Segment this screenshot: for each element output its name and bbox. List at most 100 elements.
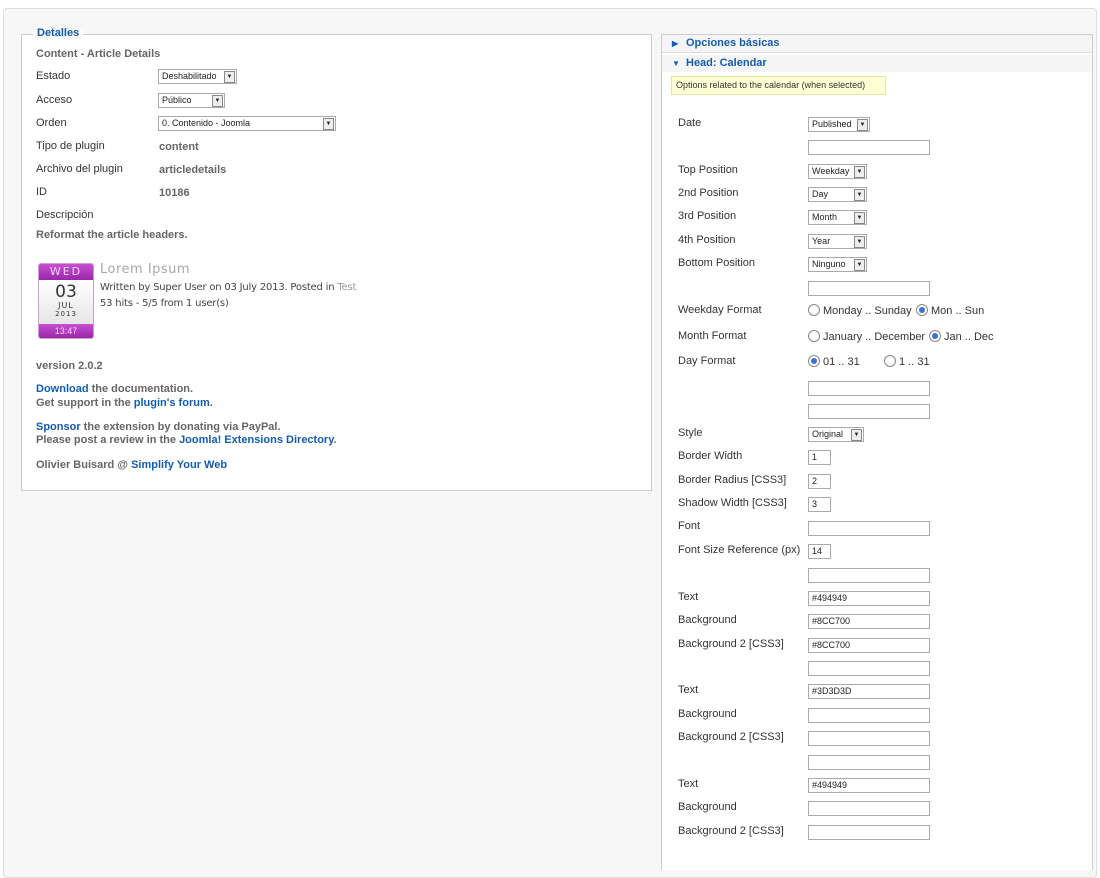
panel-head-calendar[interactable]: ▼ Head: Calendar: [662, 55, 1092, 72]
author-line: Olivier Buisard @ Simplify Your Web: [36, 459, 228, 471]
day-plain-radio[interactable]: 1 .. 31: [884, 355, 930, 368]
font-input[interactable]: [808, 521, 930, 536]
id-label: ID: [36, 186, 47, 198]
radio-checked-icon: [808, 355, 820, 367]
jed-link[interactable]: Joomla! Extensions Directory: [179, 434, 333, 446]
article-meta: Written by Super User on 03 July 2013. P…: [100, 282, 357, 293]
style-label: Style: [678, 427, 703, 439]
panel-basic-options[interactable]: ▶ Opciones básicas: [662, 35, 1092, 53]
month-long-radio[interactable]: January .. December: [808, 330, 925, 343]
background-1-input[interactable]: #8CC700: [808, 614, 930, 629]
category-link[interactable]: Test: [337, 282, 356, 293]
position-2-select[interactable]: Day ▼: [808, 187, 867, 202]
archivo-label: Archivo del plugin: [36, 163, 123, 175]
border-width-label: Border Width: [678, 450, 743, 462]
triangle-down-icon: ▼: [672, 59, 680, 68]
radio-icon: [884, 355, 896, 367]
radio-checked-icon: [929, 330, 941, 342]
top-position-select[interactable]: Weekday ▼: [808, 164, 867, 179]
background2-3-input[interactable]: [808, 825, 930, 840]
chevron-down-icon: ▼: [854, 212, 865, 224]
weekday-short-radio[interactable]: Mon .. Sun: [916, 304, 984, 317]
text-color-2-input[interactable]: #3D3D3D: [808, 684, 930, 699]
radio-icon: [808, 304, 820, 316]
chevron-down-icon: ▼: [857, 119, 868, 131]
bottom-position-select[interactable]: Ninguno ▼: [808, 257, 867, 272]
style-select[interactable]: Original ▼: [808, 427, 864, 442]
article-title: Lorem Ipsum: [100, 262, 191, 277]
chevron-down-icon: ▼: [212, 95, 223, 107]
day-padded-radio[interactable]: 01 .. 31: [808, 355, 860, 368]
calendar-icon: WED 03 JUL 2013 13:47: [38, 263, 94, 339]
chevron-down-icon: ▼: [224, 71, 235, 83]
text-color-1-label: Text: [678, 591, 699, 603]
sponsor-line: Sponsor the extension by donating via Pa…: [36, 421, 281, 433]
calendar-time: 13:47: [39, 324, 93, 338]
month-format-label: Month Format: [678, 330, 747, 342]
orden-select[interactable]: 0. Contenido - Joomla ▼: [158, 116, 336, 131]
tipo-value: content: [159, 141, 199, 153]
estado-select[interactable]: Deshabilitado ▼: [158, 69, 237, 84]
spacer-input-1[interactable]: [808, 381, 930, 396]
background2-1-label: Background 2 [CSS3]: [678, 638, 784, 650]
date-extra-input[interactable]: [808, 140, 930, 155]
shadow-width-input[interactable]: 3: [808, 497, 831, 512]
date-label: Date: [678, 117, 702, 129]
background-3-label: Background: [678, 801, 737, 813]
description-text: Reformat the article headers.: [36, 229, 188, 241]
calendar-month: JUL: [58, 301, 74, 310]
chevron-down-icon: ▼: [854, 236, 865, 248]
chevron-down-icon: ▼: [854, 166, 865, 178]
tooltip-calendar: Options related to the calendar (when se…: [671, 76, 886, 95]
descripcion-label: Descripción: [36, 209, 94, 221]
text-color-3-input[interactable]: #494949: [808, 778, 930, 793]
syw-link[interactable]: Simplify Your Web: [131, 459, 227, 471]
chevron-down-icon: ▼: [854, 189, 865, 201]
plugin-title: Content - Article Details: [36, 48, 161, 60]
position-2-label: 2nd Position: [678, 187, 739, 199]
chevron-down-icon: ▼: [854, 259, 865, 271]
spacer-input-2[interactable]: [808, 404, 930, 419]
weekday-long-radio[interactable]: Monday .. Sunday: [808, 304, 912, 317]
sponsor-link[interactable]: Sponsor: [36, 421, 81, 433]
background-3-input[interactable]: [808, 801, 930, 816]
acceso-select[interactable]: Público ▼: [158, 93, 225, 108]
spacer-input-4[interactable]: [808, 661, 930, 676]
border-radius-label: Border Radius [CSS3]: [678, 474, 787, 486]
spacer-input-3[interactable]: [808, 568, 930, 583]
position-4-label: 4th Position: [678, 234, 736, 246]
border-width-input[interactable]: 1: [808, 450, 831, 465]
tipo-label: Tipo de plugin: [36, 140, 105, 152]
top-position-label: Top Position: [678, 164, 738, 176]
bottom-extra-input[interactable]: [808, 281, 930, 296]
archivo-value: articledetails: [159, 164, 227, 176]
background-2-label: Background: [678, 708, 737, 720]
font-size-input[interactable]: 14: [808, 544, 831, 559]
spacer-input-5[interactable]: [808, 755, 930, 770]
weekday-format-label: Weekday Format: [678, 304, 762, 316]
font-label: Font: [678, 520, 701, 532]
article-hits: 53 hits - 5/5 from 1 user(s): [100, 298, 229, 309]
date-select[interactable]: Published ▼: [808, 117, 870, 132]
radio-checked-icon: [916, 304, 928, 316]
position-4-select[interactable]: Year ▼: [808, 234, 867, 249]
text-color-2-label: Text: [678, 684, 699, 696]
forum-link[interactable]: plugin's forum: [134, 397, 210, 409]
position-3-select[interactable]: Month ▼: [808, 210, 867, 225]
background2-2-input[interactable]: [808, 731, 930, 746]
download-link[interactable]: Download: [36, 383, 89, 395]
support-line: Get support in the plugin's forum.: [36, 397, 213, 409]
background-2-input[interactable]: [808, 708, 930, 723]
border-radius-input[interactable]: 2: [808, 474, 831, 489]
month-short-radio[interactable]: Jan .. Dec: [929, 330, 994, 343]
acceso-label: Acceso: [36, 94, 73, 106]
details-legend: Detalles: [35, 27, 82, 39]
background2-1-input[interactable]: #8CC700: [808, 638, 930, 653]
calendar-day: 03: [55, 282, 77, 302]
shadow-width-label: Shadow Width [CSS3]: [678, 497, 787, 509]
font-size-label: Font Size Reference (px): [678, 544, 801, 556]
day-format-label: Day Format: [678, 355, 736, 367]
bottom-position-label: Bottom Position: [678, 257, 756, 269]
background2-3-label: Background 2 [CSS3]: [678, 825, 784, 837]
text-color-1-input[interactable]: #494949: [808, 591, 930, 606]
